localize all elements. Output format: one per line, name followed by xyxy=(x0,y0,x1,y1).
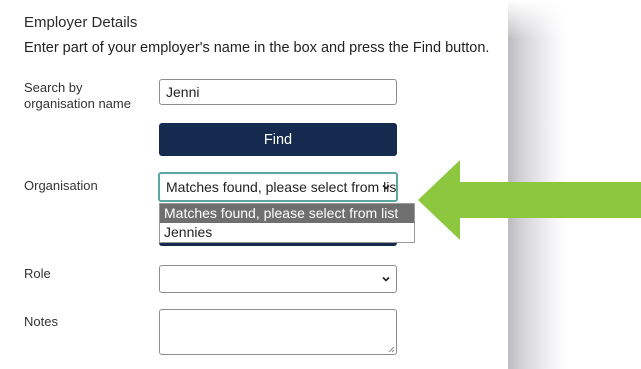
dropdown-option-jennies[interactable]: Jennies xyxy=(160,223,414,242)
search-label-line1: Search by xyxy=(24,80,83,95)
role-select[interactable] xyxy=(159,265,397,293)
arrow-left-icon xyxy=(418,160,641,240)
resize-grip-icon[interactable] xyxy=(388,346,395,353)
notes-textarea[interactable] xyxy=(159,309,397,355)
organisation-search-value: Jenni xyxy=(166,84,200,100)
organisation-select-value: Matches found, please select from list xyxy=(166,179,398,195)
search-label-line2: organisation name xyxy=(24,96,131,111)
organisation-search-input[interactable]: Jenni xyxy=(159,79,397,105)
role-label: Role xyxy=(24,266,51,281)
panel-shadow-fade xyxy=(506,0,566,40)
organisation-dropdown-list[interactable]: Matches found, please select from list J… xyxy=(159,203,415,243)
screenshot-stage: Employer Details Enter part of your empl… xyxy=(0,0,641,369)
section-heading: Employer Details xyxy=(24,14,138,31)
chevron-down-icon xyxy=(382,184,390,190)
find-button[interactable]: Find xyxy=(159,123,397,156)
organisation-label: Organisation xyxy=(24,178,98,193)
organisation-select[interactable]: Matches found, please select from list xyxy=(158,172,398,202)
notes-label: Notes xyxy=(24,314,58,329)
search-label: Search by organisation name xyxy=(24,80,131,112)
instruction-text: Enter part of your employer's name in th… xyxy=(24,40,490,56)
find-button-label: Find xyxy=(263,131,293,148)
chevron-down-icon xyxy=(382,276,390,282)
dropdown-option-placeholder[interactable]: Matches found, please select from list xyxy=(160,204,414,223)
